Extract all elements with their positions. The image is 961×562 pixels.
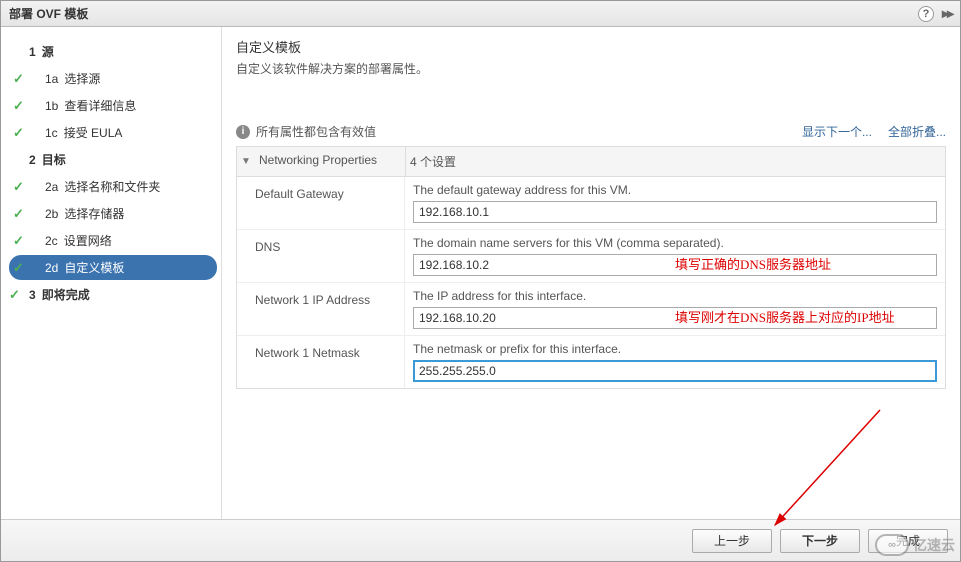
nav-item-review-details[interactable]: ✓ 1b 查看详细信息 bbox=[9, 93, 217, 118]
nav-item-accept-eula[interactable]: ✓ 1c 接受 EULA bbox=[9, 120, 217, 145]
nav-item-select-name[interactable]: ✓ 2a 选择名称和文件夹 bbox=[9, 174, 217, 199]
info-bar: i 所有属性都包含有效值 显示下一个... 全部折叠... bbox=[236, 123, 946, 140]
nav-item-select-storage[interactable]: ✓ 2b 选择存储器 bbox=[9, 201, 217, 226]
check-icon: ✓ bbox=[13, 71, 24, 87]
watermark-text: 亿速云 bbox=[913, 535, 955, 555]
wizard-sidebar: 1 源 ✓ 1a 选择源 ✓ 1b 查看详细信息 ✓ 1c 接受 EULA 2 … bbox=[1, 27, 221, 519]
group-name: Networking Properties bbox=[255, 147, 405, 176]
check-icon: ✓ bbox=[13, 98, 24, 114]
check-icon: ✓ bbox=[13, 260, 24, 276]
check-icon: ✓ bbox=[13, 206, 24, 222]
nav-item-setup-network[interactable]: ✓ 2c 设置网络 bbox=[9, 228, 217, 253]
next-button[interactable]: 下一步 bbox=[780, 529, 860, 553]
row-netmask: Network 1 Netmask The netmask or prefix … bbox=[237, 336, 945, 388]
show-next-link[interactable]: 显示下一个... bbox=[802, 123, 872, 140]
grid-group-header[interactable]: ▼ Networking Properties 4 个设置 bbox=[237, 147, 945, 177]
properties-grid: ▼ Networking Properties 4 个设置 Default Ga… bbox=[236, 146, 946, 389]
group-count: 4 个设置 bbox=[405, 147, 945, 176]
row-default-gateway: Default Gateway The default gateway addr… bbox=[237, 177, 945, 230]
window-title: 部署 OVF 模板 bbox=[9, 5, 88, 22]
check-icon: ✓ bbox=[13, 233, 24, 249]
label-dns: DNS bbox=[237, 230, 405, 282]
caret-down-icon[interactable]: ▼ bbox=[237, 147, 255, 176]
info-icon: i bbox=[236, 125, 250, 139]
nav-section-ready[interactable]: ✓ 3 即将完成 bbox=[9, 282, 217, 307]
help-icon[interactable]: ? bbox=[918, 6, 934, 22]
check-icon: ✓ bbox=[13, 179, 24, 195]
desc-dns: The domain name servers for this VM (com… bbox=[413, 236, 937, 250]
content-panel: 自定义模板 自定义该软件解决方案的部署属性。 i 所有属性都包含有效值 显示下一… bbox=[221, 27, 960, 519]
footer-bar: 上一步 下一步 完成 bbox=[1, 519, 960, 561]
content-title: 自定义模板 bbox=[236, 37, 946, 56]
check-icon: ✓ bbox=[13, 125, 24, 141]
watermark: ∞ 亿速云 bbox=[875, 534, 955, 556]
desc-ip-address: The IP address for this interface. bbox=[413, 289, 937, 303]
row-ip-address: Network 1 IP Address The IP address for … bbox=[237, 283, 945, 336]
expand-icon[interactable]: ▸▸ bbox=[942, 5, 952, 22]
collapse-all-link[interactable]: 全部折叠... bbox=[888, 123, 946, 140]
nav-section-source[interactable]: 1 源 bbox=[9, 39, 217, 64]
check-icon: ✓ bbox=[9, 287, 20, 303]
info-message: 所有属性都包含有效值 bbox=[256, 123, 786, 140]
nav-item-customize-template[interactable]: ✓ 2d 自定义模板 bbox=[9, 255, 217, 280]
watermark-icon: ∞ bbox=[875, 534, 909, 556]
back-button[interactable]: 上一步 bbox=[692, 529, 772, 553]
content-subtitle: 自定义该软件解决方案的部署属性。 bbox=[236, 60, 946, 77]
input-ip-address[interactable] bbox=[413, 307, 937, 329]
input-dns[interactable] bbox=[413, 254, 937, 276]
desc-netmask: The netmask or prefix for this interface… bbox=[413, 342, 937, 356]
row-dns: DNS The domain name servers for this VM … bbox=[237, 230, 945, 283]
label-netmask: Network 1 Netmask bbox=[237, 336, 405, 388]
label-ip-address: Network 1 IP Address bbox=[237, 283, 405, 335]
desc-default-gateway: The default gateway address for this VM. bbox=[413, 183, 937, 197]
nav-section-destination[interactable]: 2 目标 bbox=[9, 147, 217, 172]
input-netmask[interactable] bbox=[413, 360, 937, 382]
titlebar: 部署 OVF 模板 ? ▸▸ bbox=[1, 1, 960, 27]
input-default-gateway[interactable] bbox=[413, 201, 937, 223]
label-default-gateway: Default Gateway bbox=[237, 177, 405, 229]
nav-item-select-source[interactable]: ✓ 1a 选择源 bbox=[9, 66, 217, 91]
